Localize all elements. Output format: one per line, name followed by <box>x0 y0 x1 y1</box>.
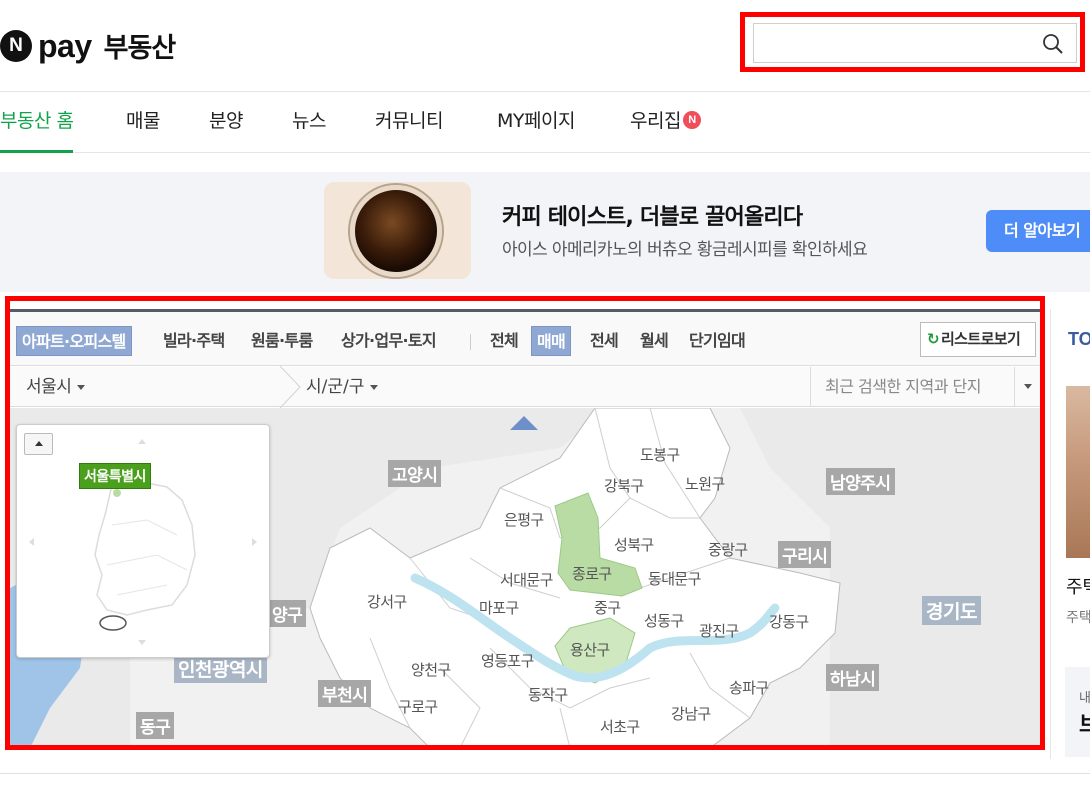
search-highlight-box <box>740 12 1085 72</box>
region-label-donggu[interactable]: 동구 <box>136 712 175 739</box>
naver-n-icon: N <box>0 29 32 62</box>
ad-banner[interactable]: 커피 테이스트, 더블로 끌어올리다 아이스 아메리카노의 버츄오 황금레시피를… <box>0 172 1090 292</box>
coffee-cup-graphic <box>350 185 442 277</box>
district-seongdong[interactable]: 성동구 <box>644 610 684 631</box>
district-eunpyeong[interactable]: 은평구 <box>504 509 544 530</box>
npay-real-estate-logo[interactable]: N pay 부동산 <box>0 26 177 65</box>
right-column: TO 주택 주택 내 브 <box>1050 309 1090 759</box>
district-nowon[interactable]: 노원구 <box>685 473 725 494</box>
nav-item-home[interactable]: 부동산 홈 <box>0 92 74 153</box>
city-select[interactable]: 서울시 <box>26 367 86 407</box>
district-seongbuk[interactable]: 성북구 <box>614 534 654 555</box>
right-heading: TO <box>1068 329 1090 349</box>
district-yongsan[interactable]: 용산구 <box>570 639 610 660</box>
mini-map-seoul-label[interactable]: 서울특별시 <box>79 463 151 489</box>
right-thumbnail[interactable] <box>1066 386 1090 558</box>
new-badge: N <box>682 110 701 129</box>
korea-mini-map[interactable]: 서울특별시 <box>16 424 270 658</box>
right-box-line1: 내 <box>1079 691 1090 706</box>
tab-commercial-land[interactable]: 상가·업무·토지 <box>341 326 437 356</box>
recent-search-select[interactable]: 최근 검색한 지역과 단지 <box>810 367 1040 407</box>
district-yeongdeungpo[interactable]: 영등포구 <box>481 650 534 671</box>
region-label-namyangju[interactable]: 남양주시 <box>826 468 895 495</box>
map-panel: 아파트·오피스텔 빌라·주택 원룸·투룸 상가·업무·토지 전체 매매 전세 월… <box>10 309 1040 745</box>
filter-tabs: 아파트·오피스텔 빌라·주택 원룸·투룸 상가·업무·토지 전체 매매 전세 월… <box>10 312 1040 366</box>
tab-trade-all[interactable]: 전체 <box>490 326 519 356</box>
bottom-strip <box>0 773 1090 797</box>
district-dropdown-icon <box>370 384 379 390</box>
district-gangseo[interactable]: 강서구 <box>367 591 407 612</box>
district-gangdong[interactable]: 강동구 <box>769 611 809 632</box>
tab-trade-sale[interactable]: 매매 <box>531 326 572 356</box>
refresh-icon: ↻ <box>927 330 940 348</box>
right-item-sub: 주택 <box>1066 610 1090 626</box>
main-nav: 부동산 홈 매물 분양 뉴스 커뮤니티 MY페이지 우리집 N <box>0 92 1090 153</box>
district-mapo[interactable]: 마포구 <box>479 597 519 618</box>
district-jungnang[interactable]: 중랑구 <box>708 539 748 560</box>
nav-item-news[interactable]: 뉴스 <box>292 92 326 153</box>
coffee-image <box>324 182 471 279</box>
tab-divider <box>470 334 471 350</box>
district-gangnam[interactable]: 강남구 <box>671 703 711 724</box>
district-songpa[interactable]: 송파구 <box>729 677 769 698</box>
tab-trade-shortterm[interactable]: 단기임대 <box>689 326 746 356</box>
tab-apartment-officetel[interactable]: 아파트·오피스텔 <box>16 326 132 356</box>
logo-title: 부동산 <box>103 33 177 64</box>
district-seodaemun[interactable]: 서대문구 <box>500 569 553 590</box>
district-dobong[interactable]: 도봉구 <box>640 444 680 465</box>
right-box-line2: 브 <box>1079 713 1090 738</box>
region-label-goyang[interactable]: 고양시 <box>388 460 442 487</box>
district-jongno[interactable]: 종로구 <box>572 563 612 584</box>
list-view-label: 리스트로보기 <box>940 330 1021 348</box>
right-info-box[interactable]: 내 브 <box>1065 667 1090 757</box>
city-select-value: 서울시 <box>26 377 72 397</box>
logo-pay-text: pay <box>38 27 92 64</box>
tab-oneroom-tworoom[interactable]: 원룸·투룸 <box>251 326 313 356</box>
nav-item-community[interactable]: 커뮤니티 <box>375 92 443 153</box>
recent-dropdown-button[interactable] <box>1014 367 1040 407</box>
region-label-yang[interactable]: 양구 <box>268 600 307 627</box>
nav-item-mypage[interactable]: MY페이지 <box>497 92 575 153</box>
region-selector-row: 서울시 시/군/구 최근 검색한 지역과 단지 <box>10 366 1040 408</box>
district-select-value: 시/군/구 <box>306 377 365 397</box>
region-label-hanam[interactable]: 하남시 <box>826 664 880 691</box>
nav-item-our-home-label: 우리집 <box>630 110 681 132</box>
map-pan-up-icon[interactable] <box>510 416 538 430</box>
district-guro[interactable]: 구로구 <box>398 696 438 717</box>
region-label-bucheon[interactable]: 부천시 <box>318 680 372 707</box>
banner-title: 커피 테이스트, 더블로 끌어올리다 <box>502 205 803 230</box>
tab-villa-house[interactable]: 빌라·주택 <box>163 326 225 356</box>
district-seocho[interactable]: 서초구 <box>600 716 640 737</box>
nav-item-listings[interactable]: 매물 <box>126 92 160 153</box>
header: N pay 부동산 <box>0 0 1090 92</box>
tab-trade-jeonse[interactable]: 전세 <box>590 326 619 356</box>
district-dongjak[interactable]: 동작구 <box>528 684 568 705</box>
breadcrumb-chevron-icon <box>279 366 301 408</box>
tab-trade-monthly[interactable]: 월세 <box>640 326 669 356</box>
list-view-button[interactable]: ↻ 리스트로보기 <box>920 322 1036 357</box>
district-yangcheon[interactable]: 양천구 <box>411 659 451 680</box>
district-select[interactable]: 시/군/구 <box>306 367 379 407</box>
region-label-gyeonggi[interactable]: 경기도 <box>922 596 981 625</box>
district-gangbuk[interactable]: 강북구 <box>604 475 644 496</box>
right-item-title[interactable]: 주택 <box>1066 573 1090 599</box>
district-junggu[interactable]: 중구 <box>594 597 621 618</box>
nav-item-our-home[interactable]: 우리집 N <box>630 92 701 153</box>
nav-item-presale[interactable]: 분양 <box>209 92 243 153</box>
district-gwangjin[interactable]: 광진구 <box>699 620 739 641</box>
city-dropdown-icon <box>77 384 86 390</box>
recent-search-text: 최근 검색한 지역과 단지 <box>825 377 981 396</box>
seoul-map[interactable]: 고양시 남양주시 구리시 경기도 하남시 부천시 인천광역시 양구 동구 도봉구… <box>10 408 1040 745</box>
district-dongdaemun[interactable]: 동대문구 <box>648 568 701 589</box>
learn-more-button[interactable]: 더 알아보기 <box>986 210 1090 252</box>
banner-subtitle: 아이스 아메리카노의 버츄오 황금레시피를 확인하세요 <box>502 240 868 260</box>
korea-outline <box>29 439 257 645</box>
recent-dropdown-icon <box>1024 384 1032 389</box>
region-label-guri[interactable]: 구리시 <box>778 541 832 568</box>
